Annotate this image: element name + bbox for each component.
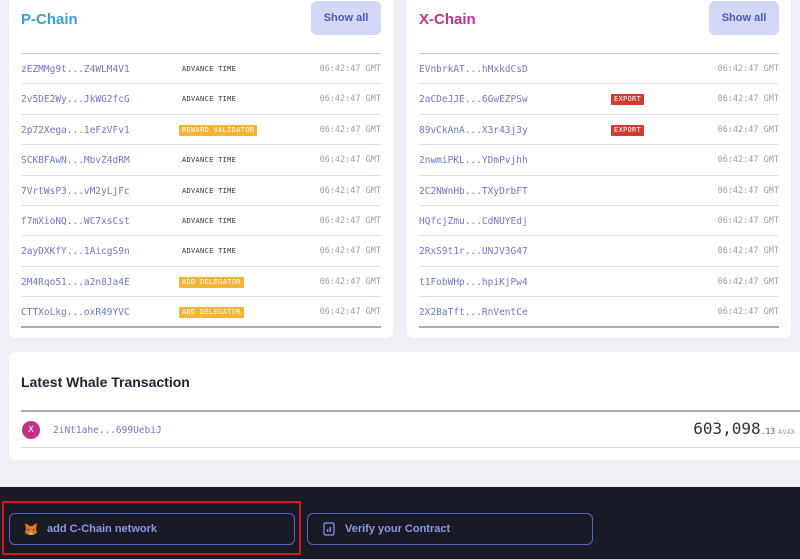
tx-id-link[interactable]: 2v5DE2Wy...JkWG2fcG <box>21 94 130 105</box>
add-c-chain-label: add C-Chain network <box>47 523 158 535</box>
x-chain-card: X-Chain Show all EVnbrkAT...hMxkdCsD 06:… <box>407 0 791 338</box>
footer: add C-Chain network Verify your Contract <box>0 487 800 559</box>
tx-time: 06:42:47 GMT <box>319 64 381 74</box>
tx-time: 06:42:47 GMT <box>717 64 779 74</box>
tx-id-link[interactable]: 89vCkAnA...X3r43j3y <box>419 125 528 136</box>
table-row: CTTXoLkg...oxR49YVC ADD DELEGATOR 06:42:… <box>21 297 381 328</box>
table-row: 2p72Xega...1eFzVFv1 REWARD VALIDATOR 06:… <box>21 115 381 146</box>
add-c-chain-network-button[interactable]: add C-Chain network <box>9 513 295 545</box>
whale-tx-link[interactable]: 2iNt1ahe...699UebiJ <box>53 425 162 436</box>
table-row: 89vCkAnA...X3r43j3y EXPORT 06:42:47 GMT <box>419 115 779 146</box>
verify-contract-label: Verify your Contract <box>345 523 451 535</box>
tx-time: 06:42:47 GMT <box>717 215 779 226</box>
tx-time: 06:42:47 GMT <box>319 94 381 105</box>
tx-id-link[interactable]: 2RxS9t1r...UNJV3G47 <box>419 246 528 257</box>
tx-time: 06:42:47 GMT <box>319 276 381 287</box>
table-row: SCKBFAwN...MbvZ4dRM ADVANCE TIME 06:42:4… <box>21 145 381 176</box>
tx-time: 06:42:47 GMT <box>319 215 381 226</box>
tx-id-link[interactable]: f7mXioNQ...WC7xsCst <box>21 216 130 227</box>
p-chain-show-all-button[interactable]: Show all <box>311 1 381 35</box>
tx-id-link[interactable]: 2aCDeJJE...6GwEZPSw <box>419 94 528 105</box>
whale-transaction-card: Latest Whale Transaction X 2iNt1ahe...69… <box>9 352 800 460</box>
amount-unit: AVAX <box>778 428 795 436</box>
whale-amount: 603,098.13 AVAX <box>693 419 795 438</box>
x-chain-title: X-Chain <box>419 11 476 28</box>
table-row: 2ayDXKfY...1AicgS9n ADVANCE TIME 06:42:4… <box>21 236 381 267</box>
tx-time: 06:42:47 GMT <box>717 124 779 135</box>
tx-type-badge: ADD DELEGATOR <box>179 307 244 319</box>
tx-id-link[interactable]: 2p72Xega...1eFzVFv1 <box>21 125 130 136</box>
tx-type-badge: EXPORT <box>611 124 645 136</box>
table-row: f7mXioNQ...WC7xsCst ADVANCE TIME 06:42:4… <box>21 206 381 237</box>
x-chain-badge-icon: X <box>22 421 40 439</box>
tx-type-badge: REWARD VALIDATOR <box>179 124 258 136</box>
whale-title: Latest Whale Transaction <box>21 374 190 390</box>
tx-id-link[interactable]: HQfcjZmu...CdNUYEdj <box>419 216 528 227</box>
tx-type-badge: ADVANCE TIME <box>179 155 240 167</box>
tx-id-link[interactable]: zEZMMg9t...Z4WLM4V1 <box>21 64 130 75</box>
tx-type-badge: ADVANCE TIME <box>179 94 240 106</box>
table-row: zEZMMg9t...Z4WLM4V1 ADVANCE TIME 06:42:4… <box>21 54 381 85</box>
metamask-fox-icon <box>24 522 38 536</box>
x-chain-tx-list: EVnbrkAT...hMxkdCsD 06:42:47 GMT 2aCDeJJ… <box>419 53 779 328</box>
tx-id-link[interactable]: 2X2BaTft...RnVentCe <box>419 307 528 318</box>
tx-id-link[interactable]: EVnbrkAT...hMxkdCsD <box>419 64 528 75</box>
tx-id-link[interactable]: t1FobWHp...hpiKjPw4 <box>419 277 528 288</box>
table-row: 2RxS9t1r...UNJV3G47 06:42:47 GMT <box>419 236 779 267</box>
tx-time: 06:42:47 GMT <box>319 155 381 166</box>
tx-time: 06:42:47 GMT <box>717 276 779 287</box>
tx-time: 06:42:47 GMT <box>717 155 779 166</box>
tx-time: 06:42:47 GMT <box>319 124 381 135</box>
tx-id-link[interactable]: 2nwmiPKL...YDmPvjhh <box>419 155 528 166</box>
tx-time: 06:42:47 GMT <box>319 185 381 196</box>
tx-type-badge: EXPORT <box>611 94 645 106</box>
tx-type-badge: ADVANCE TIME <box>179 246 240 258</box>
tx-type-badge: ADVANCE TIME <box>179 185 240 197</box>
amount-decimal: .13 <box>760 427 776 436</box>
p-chain-tx-list: zEZMMg9t...Z4WLM4V1 ADVANCE TIME 06:42:4… <box>21 53 381 328</box>
amount-integer: 603,098 <box>693 419 761 438</box>
table-row: 7VrtWsP3...vM2yLjFc ADVANCE TIME 06:42:4… <box>21 176 381 206</box>
p-chain-card: P-Chain Show all zEZMMg9t...Z4WLM4V1 ADV… <box>9 0 393 338</box>
tx-id-link[interactable]: 2C2NWnHb...TXyDrbFT <box>419 186 528 197</box>
x-chain-show-all-button[interactable]: Show all <box>709 1 779 35</box>
whale-tx-row: X 2iNt1ahe...699UebiJ 603,098.13 AVAX <box>21 410 800 448</box>
table-row: 2nwmiPKL...YDmPvjhh 06:42:47 GMT <box>419 145 779 176</box>
table-row: EVnbrkAT...hMxkdCsD 06:42:47 GMT <box>419 54 779 85</box>
tx-time: 06:42:47 GMT <box>717 94 779 105</box>
tx-id-link[interactable]: SCKBFAwN...MbvZ4dRM <box>21 155 130 166</box>
table-row: t1FobWHp...hpiKjPw4 06:42:47 GMT <box>419 267 779 298</box>
tx-id-link[interactable]: CTTXoLkg...oxR49YVC <box>21 307 130 318</box>
tx-time: 06:42:47 GMT <box>717 246 779 257</box>
tx-time: 06:42:47 GMT <box>319 246 381 257</box>
verify-contract-button[interactable]: Verify your Contract <box>307 513 593 545</box>
table-row: 2M4Rqo51...a2n8Ja4E ADD DELEGATOR 06:42:… <box>21 267 381 298</box>
table-row: 2v5DE2Wy...JkWG2fcG ADVANCE TIME 06:42:4… <box>21 84 381 115</box>
contract-document-icon <box>322 522 336 536</box>
tx-time: 06:42:47 GMT <box>717 307 779 318</box>
tx-type-badge: ADVANCE TIME <box>179 64 240 75</box>
tx-type-badge: ADD DELEGATOR <box>179 276 244 288</box>
tx-id-link[interactable]: 7VrtWsP3...vM2yLjFc <box>21 186 130 197</box>
tx-id-link[interactable]: 2ayDXKfY...1AicgS9n <box>21 246 130 257</box>
tx-type-badge: ADVANCE TIME <box>179 215 240 227</box>
table-row: 2C2NWnHb...TXyDrbFT 06:42:47 GMT <box>419 176 779 206</box>
tx-id-link[interactable]: 2M4Rqo51...a2n8Ja4E <box>21 277 130 288</box>
tx-time: 06:42:47 GMT <box>717 185 779 196</box>
tx-time: 06:42:47 GMT <box>319 307 381 318</box>
p-chain-title: P-Chain <box>21 11 78 28</box>
table-row: 2X2BaTft...RnVentCe 06:42:47 GMT <box>419 297 779 328</box>
table-row: HQfcjZmu...CdNUYEdj 06:42:47 GMT <box>419 206 779 237</box>
table-row: 2aCDeJJE...6GwEZPSw EXPORT 06:42:47 GMT <box>419 84 779 115</box>
